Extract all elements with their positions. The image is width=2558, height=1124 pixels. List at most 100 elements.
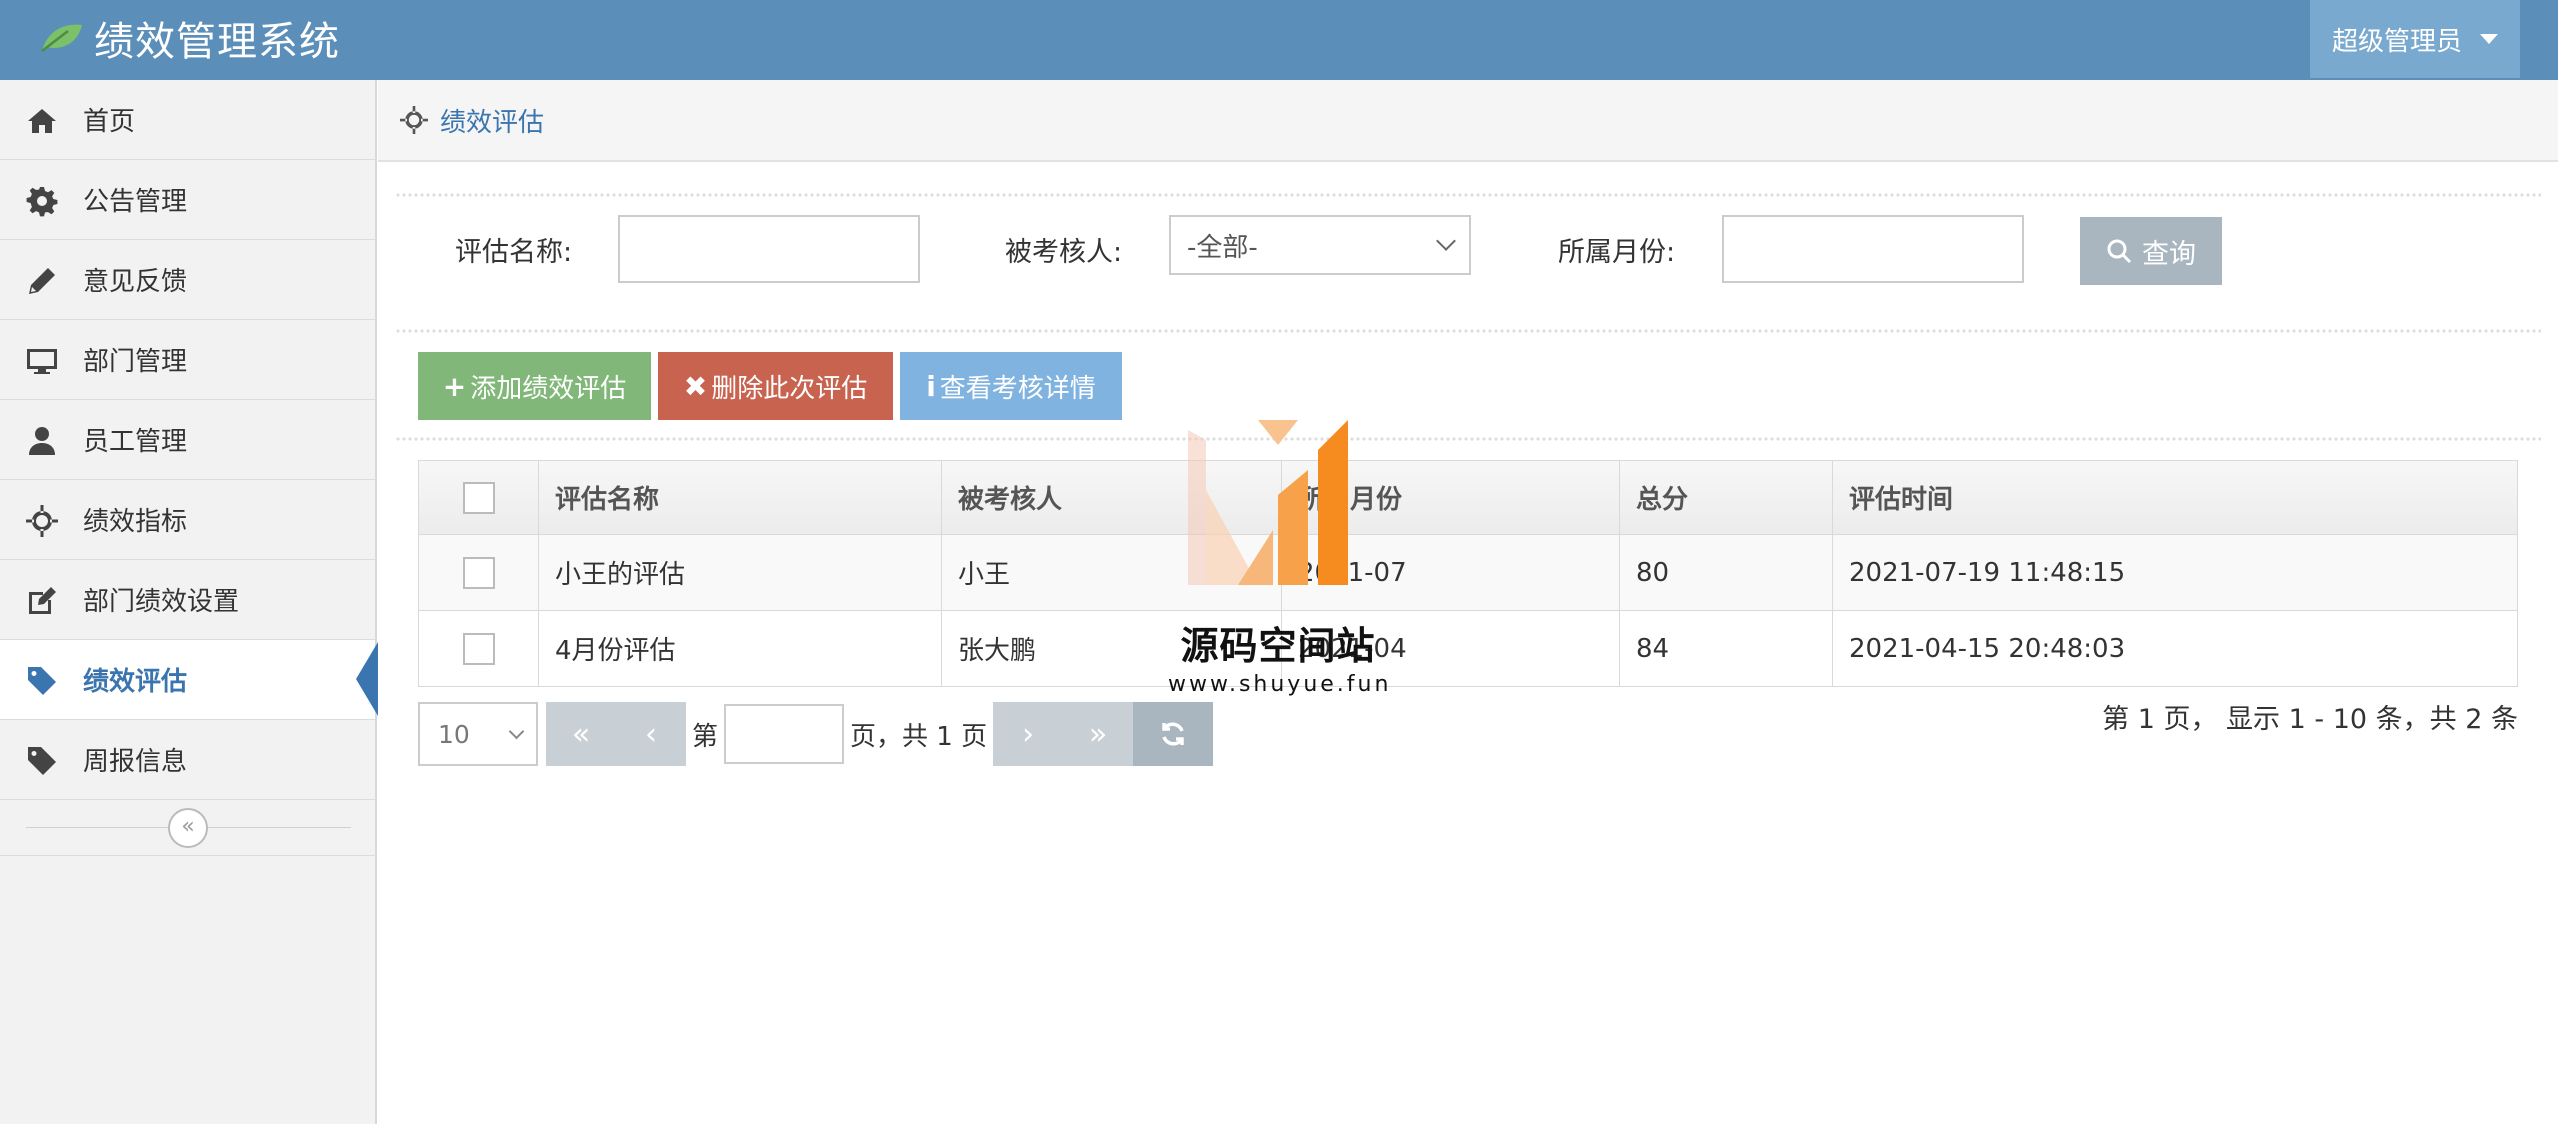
view-details-button[interactable]: i 查看考核详情 (900, 352, 1122, 420)
table-row[interactable]: 4月份评估 张大鹏 2021-04 84 2021-04-15 20:48:03 (418, 610, 2518, 687)
user-icon (24, 425, 60, 457)
sidebar-item-label: 员工管理 (83, 427, 188, 457)
top-header: 绩效管理系统 超级管理员 (0, 0, 2558, 80)
sidebar-item-label: 绩效指标 (83, 507, 188, 537)
tag-icon (24, 745, 60, 777)
sidebar-item-label: 部门管理 (83, 347, 188, 377)
crosshair-icon (24, 505, 60, 537)
sidebar-item-dept-performance[interactable]: 部门绩效设置 (0, 560, 375, 640)
search-icon (2107, 239, 2132, 264)
row-select-cell (418, 534, 539, 611)
cell-score: 84 (1619, 610, 1833, 687)
evaluation-name-input[interactable] (618, 215, 920, 283)
delete-label: 删除此次评估 (711, 373, 868, 404)
divider (395, 436, 2541, 442)
delete-evaluation-button[interactable]: ✖ 删除此次评估 (658, 352, 893, 420)
page-number-input[interactable] (724, 704, 845, 764)
row-checkbox[interactable] (462, 556, 495, 589)
sidebar-item-label: 公告管理 (83, 187, 188, 217)
cell-time: 2021-04-15 20:48:03 (1832, 610, 2518, 687)
person-label: 被考核人: (1005, 237, 1123, 268)
sidebar-item-feedback[interactable]: 意见反馈 (0, 240, 375, 320)
caret-down-icon (2480, 34, 2498, 44)
watermark-url: www.shuyue.fun (1168, 672, 1392, 697)
add-label: 添加绩效评估 (470, 373, 627, 404)
cell-score: 80 (1619, 534, 1833, 611)
chevron-down-icon (1436, 231, 1456, 251)
toolbar: + 添加绩效评估 ✖ 删除此次评估 i 查看考核详情 (418, 352, 1129, 420)
last-page-button[interactable]: » (1063, 702, 1134, 766)
evaluation-table: 评估名称 被考核人 所属月份 总分 评估时间 小王的评估 小王 2021-07 … (418, 460, 2518, 687)
refresh-button[interactable] (1133, 702, 1214, 766)
sidebar-item-home[interactable]: 首页 (0, 80, 375, 160)
sidebar-item-label: 绩效评估 (83, 667, 188, 697)
month-input[interactable] (1722, 215, 2024, 283)
app-logo: 绩效管理系统 (38, 10, 340, 66)
watermark-title: 源码空间站 (1180, 624, 1376, 668)
detail-label: 查看考核详情 (939, 373, 1096, 404)
pencil-icon (24, 265, 60, 297)
sidebar: 首页 公告管理 意见反馈 部门管理 员工管理 绩效指标 部门绩效设置 绩效评估 … (0, 80, 378, 1124)
name-label: 评估名称: (455, 237, 573, 268)
page-size-select[interactable]: 10 (418, 702, 538, 766)
sidebar-item-label: 首页 (83, 107, 136, 137)
watermark-logo (1188, 420, 1348, 585)
prev-page-button[interactable]: ‹ (616, 702, 686, 766)
info-icon: i (926, 369, 936, 403)
column-header-name[interactable]: 评估名称 (538, 460, 942, 535)
close-icon: ✖ (683, 369, 708, 403)
app-title: 绩效管理系统 (94, 19, 340, 65)
divider (395, 328, 2541, 334)
cell-name: 4月份评估 (538, 610, 942, 687)
column-header-time[interactable]: 评估时间 (1832, 460, 2518, 535)
monitor-icon (24, 345, 60, 377)
active-indicator (356, 642, 378, 716)
sidebar-item-evaluation[interactable]: 绩效评估 (0, 640, 378, 720)
tag-icon (24, 665, 60, 697)
sidebar-item-departments[interactable]: 部门管理 (0, 320, 375, 400)
table-header-row: 评估名称 被考核人 所属月份 总分 评估时间 (418, 460, 2518, 535)
next-page-button[interactable]: › (993, 702, 1064, 766)
user-menu-button[interactable]: 超级管理员 (2310, 0, 2520, 78)
pagination-info: 第 1 页， 显示 1 - 10 条，共 2 条 (2102, 704, 2518, 735)
collapse-sidebar-button[interactable]: « (168, 808, 208, 848)
sidebar-item-employees[interactable]: 员工管理 (0, 400, 375, 480)
pagination: 10 « ‹ 第 页，共 1 页 › » (418, 702, 1214, 766)
query-button[interactable]: 查询 (2080, 217, 2222, 285)
gear-icon (24, 185, 60, 217)
crosshair-icon (400, 106, 428, 134)
table-row[interactable]: 小王的评估 小王 2021-07 80 2021-07-19 11:48:15 (418, 534, 2518, 611)
select-all-cell (418, 460, 539, 535)
sidebar-item-label: 部门绩效设置 (83, 587, 240, 617)
divider (395, 192, 2541, 198)
chevron-down-icon (508, 723, 525, 739)
cell-time: 2021-07-19 11:48:15 (1832, 534, 2518, 611)
sidebar-collapse-bar: « (0, 800, 377, 856)
search-form: 评估名称: 被考核人: -全部- 所属月份: 查询 (395, 200, 2541, 300)
sidebar-item-label: 意见反馈 (83, 267, 188, 297)
watermark: 源码空间站 www.shuyue.fun (1168, 420, 1388, 710)
home-icon (24, 105, 60, 137)
select-all-checkbox[interactable] (462, 481, 495, 514)
column-header-score[interactable]: 总分 (1619, 460, 1833, 535)
sidebar-item-indicators[interactable]: 绩效指标 (0, 480, 375, 560)
add-evaluation-button[interactable]: + 添加绩效评估 (418, 352, 651, 420)
sidebar-item-weekly-report[interactable]: 周报信息 (0, 720, 375, 800)
sidebar-item-label: 周报信息 (83, 747, 188, 777)
breadcrumb: 绩效评估 (378, 80, 2558, 162)
refresh-icon (1162, 722, 1184, 746)
page-size-value: 10 (438, 719, 470, 749)
user-name: 超级管理员 (2331, 26, 2462, 57)
cell-name: 小王的评估 (538, 534, 942, 611)
page-suffix: 页，共 1 页 (850, 721, 988, 752)
breadcrumb-label[interactable]: 绩效评估 (440, 102, 544, 139)
row-checkbox[interactable] (462, 632, 495, 665)
first-page-button[interactable]: « (546, 702, 616, 766)
person-select-value: -全部- (1187, 232, 1258, 263)
query-label: 查询 (2142, 238, 2196, 270)
page-prefix: 第 (692, 721, 719, 752)
edit-icon (24, 585, 60, 617)
plus-icon: + (442, 369, 467, 403)
person-select[interactable]: -全部- (1169, 215, 1471, 275)
sidebar-item-announcements[interactable]: 公告管理 (0, 160, 375, 240)
